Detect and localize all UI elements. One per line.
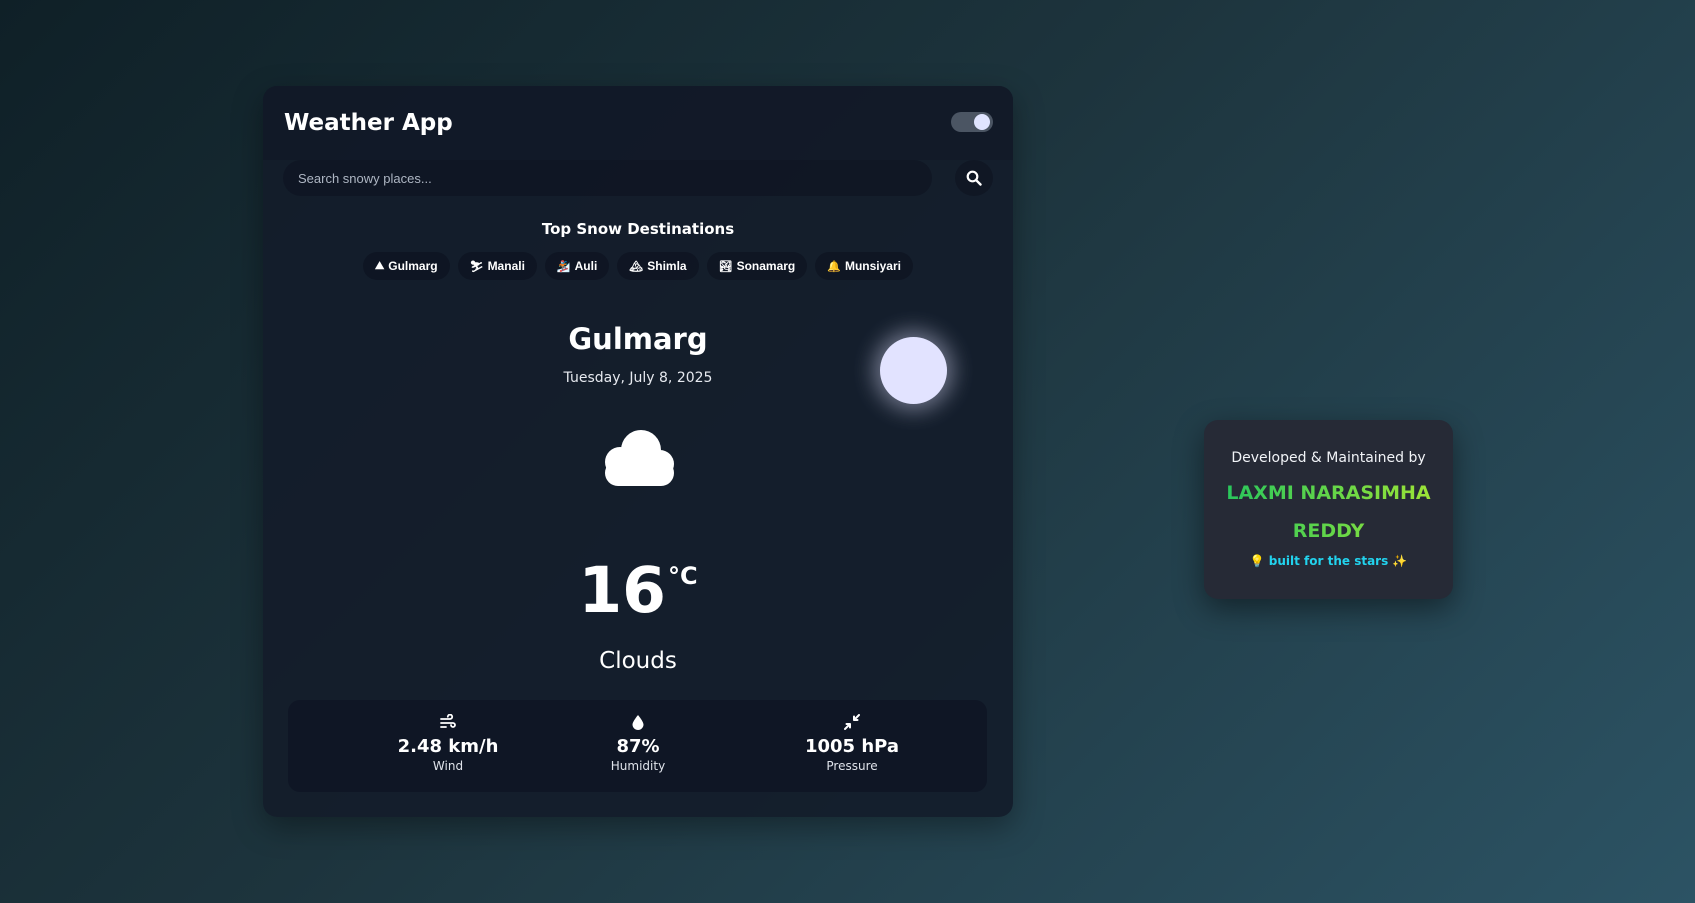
destination-label: Auli: [574, 259, 598, 273]
theme-toggle[interactable]: [951, 112, 993, 132]
destinations-title: Top Snow Destinations: [541, 220, 735, 238]
compress-icon: [844, 714, 860, 730]
developer-credit-card: Developed & Maintained by LAXMI NARASIMH…: [1204, 420, 1453, 599]
hiker-icon: 🏞: [718, 260, 733, 273]
toggle-knob: [974, 114, 990, 130]
weather-stats: 2.48 km/h Wind 87% Humidity 1005 hPa Pre…: [288, 700, 987, 792]
humidity-label: Humidity: [610, 759, 666, 773]
igloo-icon: 🏔: [629, 260, 644, 273]
bell-icon: 🔔: [827, 260, 841, 273]
water-drop-icon: [632, 715, 644, 730]
weather-condition: Clouds: [599, 648, 677, 674]
destination-chip-sonamarg[interactable]: 🏞 Sonamarg: [706, 252, 808, 280]
credit-label: Developed & Maintained by: [1231, 450, 1426, 466]
temperature-unit: °C: [668, 562, 698, 590]
cloud-icon: [605, 430, 674, 486]
wind-icon: [440, 714, 456, 728]
temperature-value: 16: [578, 554, 667, 627]
destination-label: Munsiyari: [844, 259, 901, 273]
destination-chip-gulmarg[interactable]: ⛰ Gulmarg: [363, 252, 450, 280]
destination-chip-manali[interactable]: ⛷ Manali: [457, 252, 537, 280]
destination-label: Manali: [487, 259, 525, 273]
humidity-value: 87%: [616, 736, 660, 757]
snowboarder-icon: 🏂: [556, 260, 571, 273]
weather-card: Weather App Top Snow Destinations ⛰ Gulm…: [263, 86, 1013, 817]
destination-label: Sonamarg: [736, 259, 796, 273]
skier-icon: ⛷: [469, 260, 484, 273]
wind-value: 2.48 km/h: [397, 736, 499, 757]
wind-label: Wind: [432, 759, 464, 773]
temperature: 16°C: [263, 541, 1013, 626]
destination-label: Shimla: [647, 259, 687, 273]
search-icon: [966, 170, 982, 186]
destination-chip-auli[interactable]: 🏂 Auli: [544, 252, 610, 280]
stat-wind: 2.48 km/h Wind: [368, 714, 528, 773]
mountain-icon: ⛰: [375, 259, 385, 272]
moon-icon: [880, 337, 947, 404]
destination-chip-munsiyari[interactable]: 🔔 Munsiyari: [815, 252, 913, 280]
stat-pressure: 1005 hPa Pressure: [772, 714, 932, 773]
pressure-value: 1005 hPa: [804, 736, 900, 757]
developer-name: LAXMI NARASIMHA REDDY: [1214, 474, 1443, 550]
search-button[interactable]: [955, 160, 993, 196]
credit-tagline: 💡 built for the stars ✨: [1249, 554, 1408, 568]
destination-chip-shimla[interactable]: 🏔 Shimla: [617, 252, 699, 280]
stat-humidity: 87% Humidity: [558, 714, 718, 773]
search-input[interactable]: [283, 160, 932, 196]
destination-label: Gulmarg: [388, 259, 438, 273]
pressure-label: Pressure: [826, 759, 878, 773]
destinations-list: ⛰ Gulmarg ⛷ Manali 🏂 Auli 🏔 Shimla 🏞 Son…: [263, 252, 1013, 280]
app-title: Weather App: [284, 110, 453, 136]
